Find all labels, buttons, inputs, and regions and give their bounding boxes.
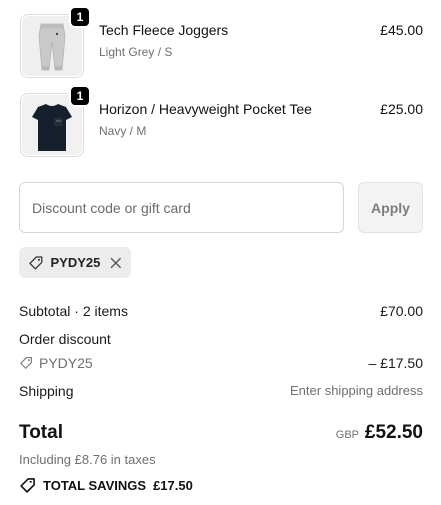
- product-name: Tech Fleece Joggers: [99, 22, 229, 38]
- quantity-badge: 1: [69, 6, 91, 28]
- discount-code-input[interactable]: [19, 182, 344, 233]
- line-item: 1 Tech Fleece Joggers Light Grey / S £45…: [20, 6, 423, 78]
- applied-discount-chip: PYDY25: [19, 247, 131, 278]
- total-savings-label: TOTAL SAVINGS: [43, 478, 147, 493]
- tag-icon: [20, 357, 32, 369]
- subtotal-row: Subtotal · 2 items £70.00: [19, 303, 423, 319]
- product-thumbnail: 1: [20, 6, 91, 78]
- remove-discount-icon[interactable]: [110, 257, 122, 269]
- shipping-label: Shipping: [19, 383, 74, 399]
- total-label: Total: [19, 422, 63, 443]
- tag-icon: [20, 478, 35, 493]
- subtotal-value: £70.00: [380, 303, 423, 319]
- order-discount-row: Order discount: [19, 331, 423, 347]
- product-variant: Light Grey / S: [99, 45, 173, 59]
- tax-note: Including £8.76 in taxes: [19, 452, 156, 467]
- shipping-value: Enter shipping address: [290, 383, 423, 398]
- tag-icon: [29, 255, 43, 269]
- discount-code-row: PYDY25 – £17.50: [19, 355, 423, 373]
- applied-discount-code: PYDY25: [50, 255, 101, 270]
- discount-code-label: PYDY25: [39, 355, 93, 371]
- shipping-row: Shipping Enter shipping address: [19, 383, 423, 399]
- product-thumbnail: 1: [20, 85, 91, 157]
- line-item: 1 Horizon / Heavyweight Pocket Tee Navy …: [20, 85, 423, 157]
- total-amount: £52.50: [364, 422, 423, 443]
- product-price: £45.00: [380, 22, 423, 38]
- total-currency: GBP: [335, 429, 359, 441]
- product-price: £25.00: [380, 101, 423, 117]
- apply-discount-button[interactable]: Apply: [358, 182, 423, 233]
- product-name: Horizon / Heavyweight Pocket Tee: [99, 101, 312, 117]
- product-variant: Navy / M: [99, 124, 147, 138]
- quantity-badge: 1: [69, 85, 91, 107]
- total-savings-value: £17.50: [153, 478, 193, 493]
- order-discount-label: Order discount: [19, 331, 111, 347]
- total-savings: TOTAL SAVINGS £17.50: [19, 477, 193, 494]
- subtotal-label: Subtotal · 2 items: [19, 303, 128, 319]
- discount-value: – £17.50: [368, 355, 424, 371]
